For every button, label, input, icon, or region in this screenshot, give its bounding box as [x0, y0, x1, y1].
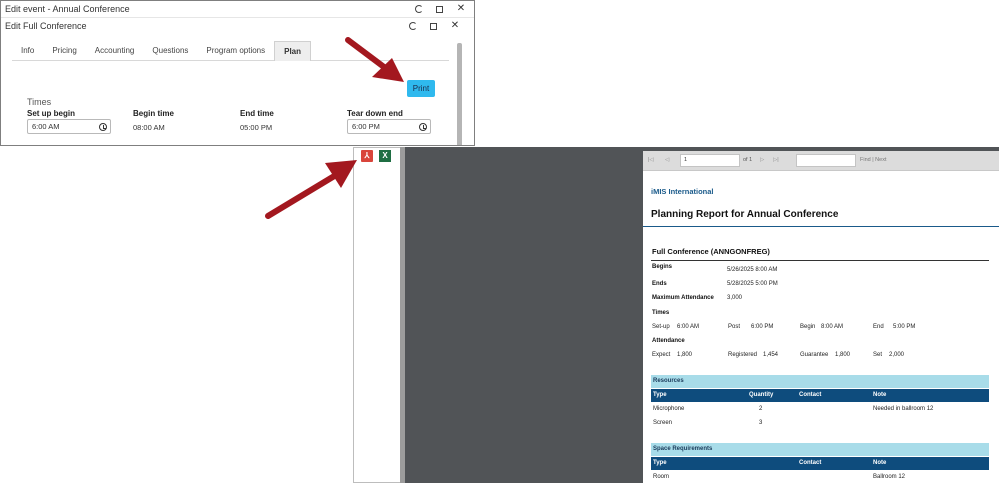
ends-value: 5/28/2025 5:00 PM: [727, 281, 778, 287]
refresh-icon[interactable]: [415, 5, 423, 13]
col-quantity: Quantity: [749, 392, 774, 398]
clock-icon[interactable]: [99, 123, 107, 131]
set-value: 2,000: [889, 352, 905, 358]
guarantee-label: Guarantee: [800, 352, 829, 358]
outer-title-bar: Edit event - Annual Conference ✕: [1, 1, 474, 18]
begins-value: 5/26/2025 8:00 AM: [727, 267, 778, 273]
tab-strip: Info Pricing Accounting Questions Progra…: [12, 41, 449, 61]
next-page-icon[interactable]: ▷: [760, 157, 764, 163]
setup-begin-label: Set up begin: [27, 109, 75, 118]
post-label: Post: [728, 324, 741, 330]
viewer-toolbar: |◁ ◁ 1 of 1 ▷ ▷| Find | Next: [643, 151, 999, 171]
outer-window-title: Edit event - Annual Conference: [5, 4, 130, 14]
col-type: Type: [653, 460, 667, 466]
page-number-input[interactable]: 1: [680, 154, 740, 167]
report-viewer: |◁ ◁ 1 of 1 ▷ ▷| Find | Next iMIS Intern…: [405, 147, 999, 483]
event-title: Full Conference (ANNGONFREG): [652, 247, 770, 256]
col-contact: Contact: [799, 460, 822, 466]
col-contact: Contact: [799, 392, 822, 398]
end-time-label: End time: [240, 109, 274, 118]
inner-maximize-icon[interactable]: [430, 22, 437, 30]
tab-plan[interactable]: Plan: [274, 41, 312, 61]
setup-begin-value: 6:00 AM: [32, 122, 60, 131]
begins-label: Begins: [652, 264, 673, 270]
guarantee-value: 1,800: [835, 352, 851, 358]
attendance-label: Attendance: [652, 338, 685, 344]
end-label: End: [873, 324, 884, 330]
report-org: iMIS International: [651, 187, 714, 196]
space-requirements-heading: Space Requirements: [651, 443, 989, 456]
setup-value: 6:00 AM: [677, 324, 700, 330]
ends-label: Ends: [652, 281, 667, 287]
max-attendance-value: 3,000: [727, 295, 743, 301]
teardown-end-field[interactable]: 6:00 PM: [347, 119, 431, 134]
setup-label: Set-up: [652, 324, 670, 330]
inner-window-title: Edit Full Conference: [5, 21, 87, 31]
col-note: Note: [873, 460, 887, 466]
inner-close-icon[interactable]: ✕: [450, 21, 460, 31]
tab-program-options[interactable]: Program options: [197, 41, 274, 61]
vertical-scrollbar[interactable]: [457, 43, 462, 145]
set-label: Set: [873, 352, 883, 358]
space-type: Room: [653, 474, 670, 480]
excel-export-icon[interactable]: X: [379, 150, 391, 162]
end-value: 5:00 PM: [893, 324, 916, 330]
resource-note: Needed in ballroom 12: [873, 406, 934, 412]
resource-quantity: 2: [759, 406, 763, 412]
col-note: Note: [873, 392, 887, 398]
arrow-to-export-icon: [265, 160, 357, 219]
begin-label: Begin: [800, 324, 816, 330]
begin-time-label: Begin time: [133, 109, 174, 118]
resource-type: Microphone: [653, 406, 685, 412]
last-page-icon[interactable]: ▷|: [773, 157, 779, 163]
setup-begin-field[interactable]: 6:00 AM: [27, 119, 111, 134]
prev-page-icon[interactable]: ◁: [665, 157, 669, 163]
expect-label: Expect: [652, 352, 671, 358]
resources-table-header: Type Quantity Contact Note: [651, 389, 989, 402]
max-attendance-label: Maximum Attendance: [652, 295, 714, 301]
report-title: Planning Report for Annual Conference: [651, 209, 839, 220]
teardown-end-value: 6:00 PM: [352, 122, 380, 131]
begin-time-value: 08:00 AM: [133, 123, 165, 132]
teardown-end-label: Tear down end: [347, 109, 403, 118]
event-divider: [651, 260, 989, 261]
report-page: |◁ ◁ 1 of 1 ▷ ▷| Find | Next iMIS Intern…: [643, 151, 999, 483]
resource-quantity: 3: [759, 420, 763, 426]
tab-info[interactable]: Info: [12, 41, 43, 61]
page-count: of 1: [743, 157, 753, 163]
tab-accounting[interactable]: Accounting: [86, 41, 144, 61]
print-button[interactable]: Print: [407, 80, 435, 97]
end-time-value: 05:00 PM: [240, 123, 273, 132]
title-divider: [643, 226, 999, 227]
resource-type: Screen: [653, 420, 673, 426]
close-icon[interactable]: ✕: [456, 4, 466, 14]
tab-pricing[interactable]: Pricing: [43, 41, 85, 61]
col-type: Type: [653, 392, 667, 398]
export-panel: ⅄ X: [353, 147, 404, 483]
space-note: Ballroom 12: [873, 474, 906, 480]
times-label: Times: [652, 310, 670, 316]
resources-heading: Resources: [651, 375, 989, 388]
begin-value: 8:00 AM: [821, 324, 844, 330]
find-next-links[interactable]: Find | Next: [860, 157, 887, 163]
edit-event-window: Edit event - Annual Conference ✕ Edit Fu…: [0, 0, 475, 146]
space-table-header: Type Contact Note: [651, 457, 989, 470]
pdf-export-icon[interactable]: ⅄: [361, 150, 373, 162]
post-value: 6:00 PM: [751, 324, 774, 330]
inner-refresh-icon[interactable]: [409, 22, 417, 30]
tab-questions[interactable]: Questions: [143, 41, 197, 61]
find-input[interactable]: [796, 154, 856, 167]
expect-value: 1,800: [677, 352, 693, 358]
times-section-label: Times: [27, 97, 52, 107]
first-page-icon[interactable]: |◁: [648, 157, 654, 163]
registered-value: 1,454: [763, 352, 779, 358]
clock-icon[interactable]: [419, 123, 427, 131]
registered-label: Registered: [728, 352, 758, 358]
inner-title-bar: Edit Full Conference ✕: [1, 18, 474, 34]
maximize-icon[interactable]: [436, 5, 443, 13]
